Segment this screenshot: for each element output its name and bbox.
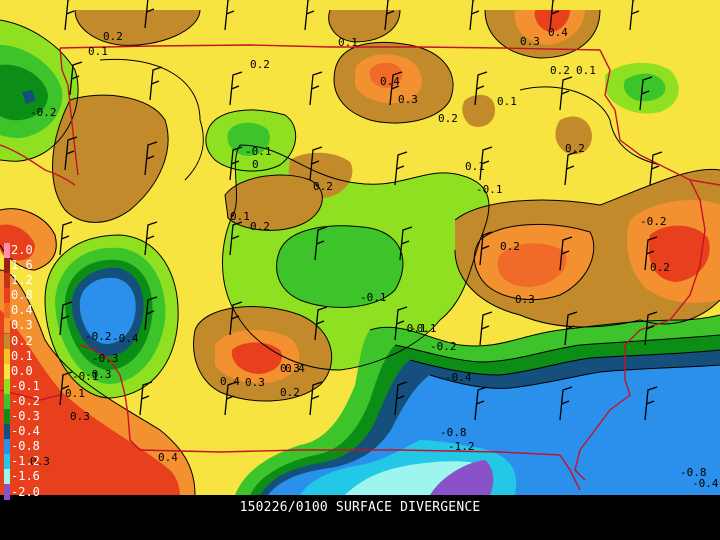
legend-swatch bbox=[4, 333, 10, 349]
contour-label: -0.1 bbox=[400, 322, 427, 335]
legend-label: 0.0 bbox=[11, 363, 33, 378]
legend-entry: 0.2 bbox=[2, 333, 46, 349]
contour-label: 0.1 bbox=[88, 45, 108, 58]
contour-label: -0.3 bbox=[92, 352, 119, 365]
legend-swatch bbox=[4, 439, 10, 455]
legend-swatch bbox=[4, 318, 10, 334]
legend-label: 1.6 bbox=[11, 258, 33, 273]
legend-entry: 0.8 bbox=[2, 288, 46, 304]
contour-label: 0.4 bbox=[548, 26, 568, 39]
contour-label: -0.8 bbox=[440, 426, 467, 439]
contour-label: 0.2 bbox=[438, 112, 458, 125]
legend-entry: 0.4 bbox=[2, 303, 46, 319]
contour-label: -0.3 bbox=[85, 368, 112, 381]
divergence-map: 0.20.10.20.1 0.30.40.10.20.40.3 0.1-0.2 0.2… bbox=[0, 0, 720, 495]
legend-label: -0.4 bbox=[11, 424, 40, 439]
legend-swatch bbox=[4, 454, 10, 470]
legend-entry: -0.3 bbox=[2, 409, 46, 425]
legend-entry: 1.6 bbox=[2, 258, 46, 274]
legend-swatch bbox=[4, 273, 10, 289]
legend-entry: -0.2 bbox=[2, 393, 46, 409]
legend-swatch bbox=[4, 348, 10, 364]
contour-label: 0.2 bbox=[313, 180, 333, 193]
contour-label: -0.2 bbox=[640, 215, 667, 228]
contour-label: -0.1 bbox=[360, 291, 387, 304]
legend-label: 0.8 bbox=[11, 288, 33, 303]
color-legend: 2.0 1.6 1.2 0.8 0.4 0.3 0.2 0.1 0.0 -0.1 -0.2 -0.3-… bbox=[2, 243, 46, 500]
contour-label: 0 bbox=[252, 158, 259, 171]
contour-label: 0.2 bbox=[565, 142, 585, 155]
contour-label: 0.3 bbox=[515, 293, 535, 306]
contour-label: 0.2 bbox=[650, 261, 670, 274]
contour-label: -0.4 bbox=[445, 371, 472, 384]
contour-label: 0.1 bbox=[230, 210, 250, 223]
contour-label: 0.1 bbox=[465, 160, 485, 173]
contour-label: -0.2 bbox=[85, 330, 112, 343]
legend-swatch bbox=[4, 258, 10, 274]
legend-entry: -1.6 bbox=[2, 469, 46, 485]
legend-entry: -0.8 bbox=[2, 439, 46, 455]
legend-label: 1.2 bbox=[11, 273, 33, 288]
legend-swatch bbox=[4, 393, 10, 409]
contour-label: 0.2 bbox=[250, 58, 270, 71]
legend-entry: -2.0 bbox=[2, 484, 46, 500]
legend-label: -1.6 bbox=[11, 469, 40, 484]
contour-label: 0.2 bbox=[280, 386, 300, 399]
legend-entry: -0.1 bbox=[2, 378, 46, 394]
contour-label: -0.2 bbox=[30, 106, 57, 119]
legend-swatch bbox=[4, 469, 10, 485]
contour-label: 0.3 bbox=[398, 93, 418, 106]
contour-label: 0.1 bbox=[576, 64, 596, 77]
contour-label: 0.4 bbox=[285, 362, 305, 375]
legend-label: 0.3 bbox=[11, 318, 33, 333]
legend-swatch bbox=[4, 288, 10, 304]
contour-label: 0.1 bbox=[65, 387, 85, 400]
contour-label: 0.2 bbox=[103, 30, 123, 43]
contour-label: -1.2 bbox=[448, 440, 475, 453]
contour-label: 0.2 bbox=[550, 64, 570, 77]
legend-label: -0.8 bbox=[11, 439, 40, 454]
contour-label: -0.1 bbox=[245, 145, 272, 158]
legend-swatch bbox=[4, 303, 10, 319]
contour-label: 0.3 bbox=[70, 410, 90, 423]
contour-label: -0.2 bbox=[430, 340, 457, 353]
legend-entry: 0.1 bbox=[2, 348, 46, 364]
legend-label: -2.0 bbox=[11, 484, 40, 499]
legend-swatch bbox=[4, 484, 10, 500]
legend-entry: 0.0 bbox=[2, 363, 46, 379]
legend-swatch bbox=[4, 378, 10, 394]
legend-label: -0.3 bbox=[11, 409, 40, 424]
legend-swatch bbox=[4, 409, 10, 425]
contour-label: 0.4 bbox=[158, 451, 178, 464]
legend-entry: -0.4 bbox=[2, 424, 46, 440]
contour-label: 0.4 bbox=[220, 375, 240, 388]
contour-label: 0.2 bbox=[250, 220, 270, 233]
legend-label: 0.1 bbox=[11, 348, 33, 363]
legend-entry: -1.2 bbox=[2, 454, 46, 470]
contour-label: -0.4 bbox=[692, 477, 719, 490]
contour-label: 0.1 bbox=[497, 95, 517, 108]
legend-label: 0.4 bbox=[11, 303, 33, 318]
legend-entry: 2.0 bbox=[2, 243, 46, 258]
contour-label: 0.3 bbox=[245, 376, 265, 389]
legend-label: -1.2 bbox=[11, 454, 40, 469]
legend-swatch bbox=[4, 363, 10, 379]
legend-label: -0.2 bbox=[11, 393, 40, 408]
contour-label: 0.1 bbox=[338, 36, 358, 49]
contour-label: -0.1 bbox=[476, 183, 503, 196]
legend-entry: 0.3 bbox=[2, 318, 46, 334]
map-caption: 150226/0100 SURFACE DIVERGENCE bbox=[239, 500, 481, 515]
legend-swatch bbox=[4, 243, 10, 258]
contour-label: 0.2 bbox=[500, 240, 520, 253]
contour-label: 0.3 bbox=[520, 35, 540, 48]
legend-entry: 1.2 bbox=[2, 273, 46, 289]
contour-label: 0.4 bbox=[380, 75, 400, 88]
legend-label: 2.0 bbox=[11, 243, 33, 257]
legend-label: -0.1 bbox=[11, 378, 40, 393]
legend-swatch bbox=[4, 424, 10, 440]
legend-label: 0.2 bbox=[11, 333, 33, 348]
contour-label: -0.4 bbox=[112, 332, 139, 345]
